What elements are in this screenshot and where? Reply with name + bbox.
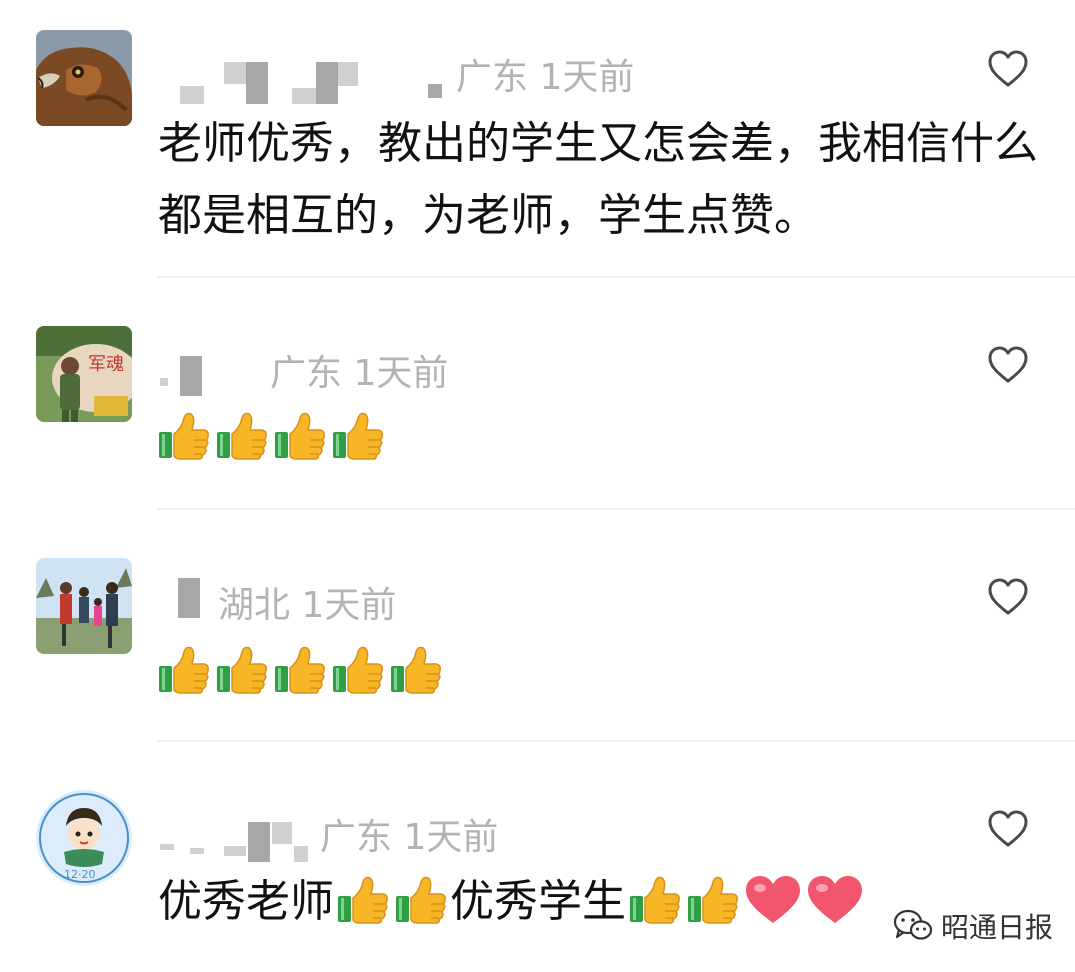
comment-text: 老师优秀，教出的学生又怎会差，我相信什么都是相互的，为老师，学生点赞。 — [158, 118, 1038, 241]
wechat-icon — [893, 909, 933, 940]
thumbs-up-icon — [274, 644, 326, 694]
divider — [157, 276, 1075, 278]
thumbs-up-icon — [216, 644, 268, 694]
blurred-username — [316, 62, 338, 104]
thumbs-up-icon — [395, 874, 447, 924]
blurred-username — [160, 378, 168, 386]
like-heart-icon[interactable] — [988, 50, 1028, 88]
thumbs-up-icon — [390, 644, 442, 694]
blurred-username — [292, 88, 316, 104]
thumbs-up-icon — [332, 410, 384, 460]
blurred-username — [246, 62, 268, 104]
watermark: 昭通日报 — [893, 904, 1053, 948]
soldier-photo-avatar-icon[interactable]: 军魂 — [36, 326, 132, 422]
blurred-username — [294, 846, 308, 862]
blurred-username — [428, 84, 442, 98]
comment-text-part: 优秀学生 — [450, 876, 626, 927]
thumbs-up-icon — [332, 644, 384, 694]
hawk-avatar-icon[interactable] — [36, 30, 132, 126]
thumbs-up-icon — [158, 644, 210, 694]
blurred-username — [160, 844, 174, 850]
blurred-username — [180, 86, 204, 104]
divider — [157, 508, 1075, 510]
blurred-username — [180, 356, 202, 396]
blurred-username — [224, 846, 246, 856]
blurred-username — [338, 62, 358, 86]
blurred-username — [190, 848, 204, 854]
like-heart-icon[interactable] — [988, 810, 1028, 848]
comment-meta: 广东 1天前 — [456, 57, 635, 98]
thumbs-up-icon — [216, 410, 268, 460]
blurred-username — [224, 62, 246, 84]
thumbs-up-icon — [337, 874, 389, 924]
thumbs-up-row — [158, 644, 442, 694]
like-heart-icon[interactable] — [988, 578, 1028, 616]
cartoon-boy-avatar-icon[interactable]: 12·20 — [36, 790, 132, 886]
comment-meta: 广东 1天前 — [270, 353, 449, 394]
thumbs-up-icon — [158, 410, 210, 460]
blurred-username — [272, 822, 292, 844]
comment-meta: 广东 1天前 — [320, 817, 499, 858]
comment-meta: 湖北 1天前 — [218, 585, 397, 626]
thumbs-up-icon — [274, 410, 326, 460]
thumbs-up-icon — [687, 874, 739, 924]
comment-text-part: 优秀老师 — [158, 876, 334, 927]
divider — [157, 740, 1075, 742]
thumbs-up-icon — [629, 874, 681, 924]
red-heart-icon — [744, 874, 802, 926]
blurred-username — [248, 822, 270, 862]
red-heart-icon — [806, 874, 864, 926]
svg-text:12·20: 12·20 — [64, 868, 96, 881]
like-heart-icon[interactable] — [988, 346, 1028, 384]
blurred-username — [178, 578, 200, 618]
family-photo-avatar-icon[interactable] — [36, 558, 132, 654]
thumbs-up-row — [158, 410, 384, 460]
avatar-text: 军魂 — [88, 354, 124, 375]
watermark-label: 昭通日报 — [941, 911, 1054, 944]
